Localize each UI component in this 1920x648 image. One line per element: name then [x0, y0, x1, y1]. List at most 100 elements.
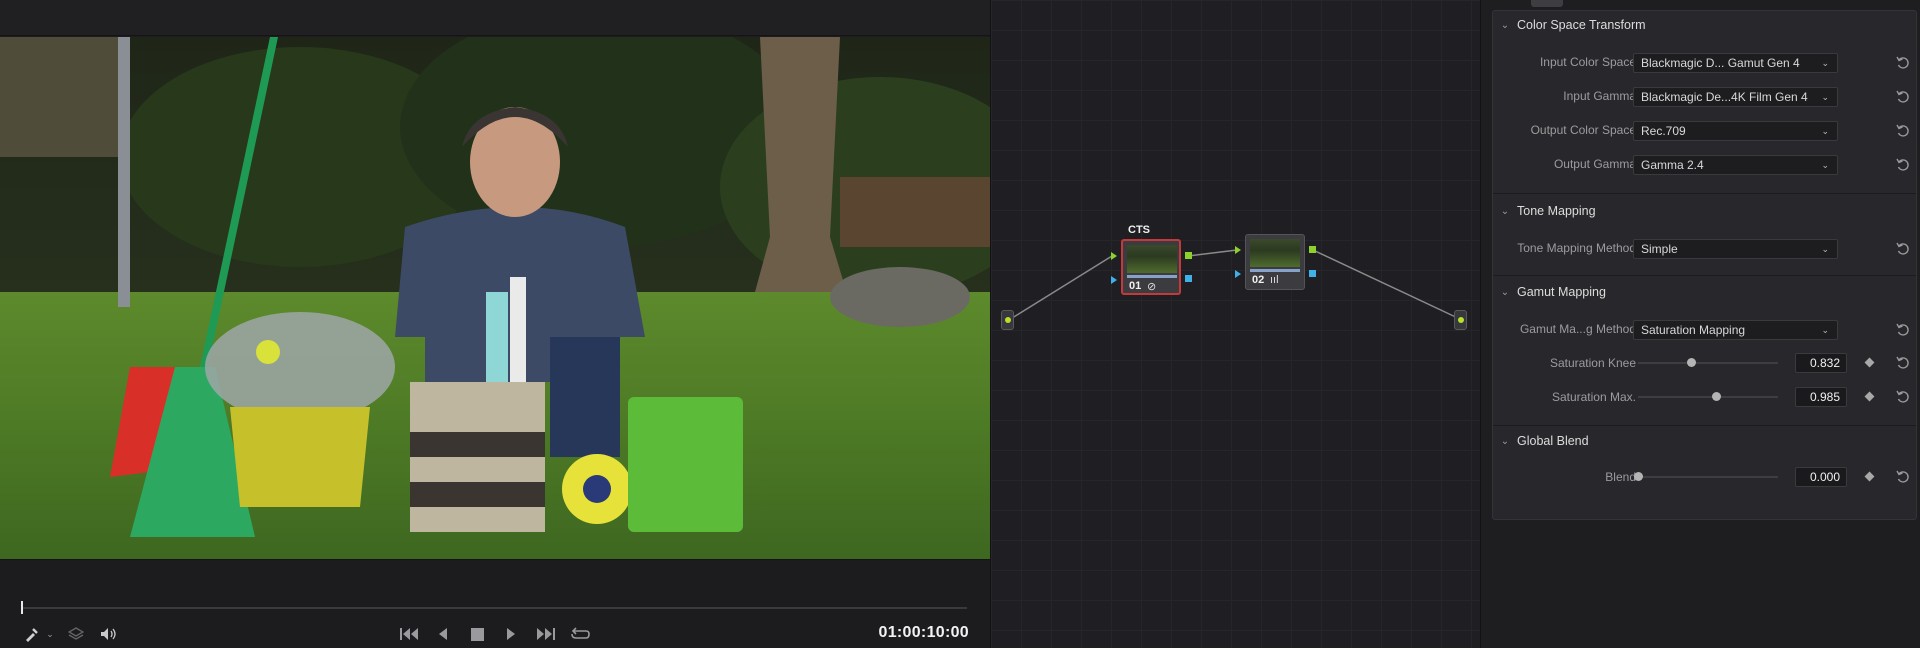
output-gamma-dropdown[interactable]: Gamma 2.4 ⌄	[1633, 155, 1838, 175]
stop-icon[interactable]	[468, 623, 486, 645]
node-02-key-input[interactable]	[1235, 270, 1241, 278]
node-01-rgb-output[interactable]	[1185, 252, 1192, 259]
input-gamma-dropdown[interactable]: Blackmagic De...4K Film Gen 4 ⌄	[1633, 87, 1838, 107]
slider-knob[interactable]	[1633, 472, 1643, 481]
jump-last-icon[interactable]	[535, 623, 557, 645]
node-connections	[1008, 249, 1463, 321]
playhead[interactable]	[21, 601, 23, 614]
chevron-down-icon[interactable]: ⌄	[1493, 20, 1517, 31]
gamut-mapping-method-dropdown[interactable]: Saturation Mapping ⌄	[1633, 320, 1838, 340]
keyframe-icon[interactable]	[1864, 391, 1875, 402]
section-tone-mapping[interactable]: ⌄ Tone Mapping	[1493, 197, 1916, 225]
viewer-panel: ⌄ 01:00:10:00	[0, 0, 990, 648]
input-gamma-label: Input Gamma	[1563, 89, 1636, 103]
node-02-rgb-input[interactable]	[1235, 246, 1241, 254]
tone-mapping-method-dropdown[interactable]: Simple ⌄	[1633, 239, 1838, 259]
saturation-knee-field[interactable]: 0.832	[1795, 353, 1847, 373]
timeline-scrubber[interactable]	[22, 607, 967, 609]
jump-first-icon[interactable]	[398, 623, 420, 645]
play-icon[interactable]	[502, 623, 520, 645]
reset-icon[interactable]	[1895, 322, 1911, 338]
saturation-knee-slider[interactable]	[1638, 358, 1778, 367]
section-title: Color Space Transform	[1517, 18, 1646, 32]
output-color-space-dropdown[interactable]: Rec.709 ⌄	[1633, 121, 1838, 141]
node-01[interactable]: 01 ⊘	[1121, 239, 1181, 295]
node-02-icon: ııl	[1270, 274, 1279, 286]
node-02-number: 02	[1252, 274, 1265, 286]
layers-icon[interactable]	[66, 623, 86, 645]
section-title: Gamut Mapping	[1517, 285, 1606, 299]
section-global-blend[interactable]: ⌄ Global Blend	[1493, 427, 1916, 455]
node-01-key-input[interactable]	[1111, 276, 1117, 284]
gamut-mapping-method-label: Gamut Ma...g Method	[1519, 322, 1636, 336]
section-gamut-mapping[interactable]: ⌄ Gamut Mapping	[1493, 278, 1916, 306]
chevron-down-icon: ⌄	[1821, 58, 1829, 68]
input-color-space-dropdown[interactable]: Blackmagic D... Gamut Gen 4 ⌄	[1633, 53, 1838, 73]
dropdown-value: Blackmagic De...4K Film Gen 4	[1641, 90, 1808, 104]
node-01-key-output[interactable]	[1185, 275, 1192, 282]
reset-icon[interactable]	[1895, 469, 1911, 485]
prev-frame-icon[interactable]	[434, 623, 452, 645]
timecode-display: 01:00:10:00	[878, 624, 969, 641]
reset-icon[interactable]	[1895, 123, 1911, 139]
video-frame-image	[0, 37, 990, 559]
keyframe-icon[interactable]	[1864, 471, 1875, 482]
loop-icon[interactable]	[569, 623, 591, 645]
input-color-space-label: Input Color Space	[1539, 55, 1636, 69]
chevron-down-icon[interactable]: ⌄	[1493, 206, 1517, 217]
output-gamma-label: Output Gamma	[1553, 157, 1636, 171]
tone-mapping-method-label: Tone Mapping Method	[1517, 241, 1636, 255]
output-node[interactable]	[1454, 310, 1467, 330]
chevron-down-icon: ⌄	[1821, 92, 1829, 102]
node-02[interactable]: 02 ııl	[1245, 234, 1305, 290]
node-02-rgb-output[interactable]	[1309, 246, 1316, 253]
node-graph-panel[interactable]: CTS 01 ⊘ 02 ııl	[990, 0, 1480, 648]
divider	[1493, 425, 1916, 426]
reset-icon[interactable]	[1895, 157, 1911, 173]
reset-icon[interactable]	[1895, 89, 1911, 105]
reset-icon[interactable]	[1895, 55, 1911, 71]
chevron-down-icon: ⌄	[1821, 244, 1829, 254]
output-dot[interactable]	[1458, 317, 1464, 323]
blend-slider[interactable]	[1633, 472, 1778, 481]
blend-field[interactable]: 0.000	[1795, 467, 1847, 487]
output-color-space-label: Output Color Space	[1530, 123, 1636, 137]
reset-icon[interactable]	[1895, 389, 1911, 405]
inspector-panel: ⌄ Color Space Transform Input Color Spac…	[1480, 0, 1920, 648]
chevron-down-icon[interactable]: ⌄	[44, 623, 56, 645]
keyframe-icon[interactable]	[1864, 357, 1875, 368]
chevron-down-icon: ⌄	[1821, 160, 1829, 170]
section-title: Tone Mapping	[1517, 204, 1596, 218]
dropdown-value: Rec.709	[1641, 124, 1686, 138]
saturation-max-field[interactable]: 0.985	[1795, 387, 1847, 407]
chevron-down-icon[interactable]: ⌄	[1493, 436, 1517, 447]
divider	[1493, 193, 1916, 194]
saturation-max-slider[interactable]	[1638, 392, 1778, 401]
reset-icon[interactable]	[1895, 241, 1911, 257]
node-02-bar	[1250, 269, 1300, 272]
chevron-down-icon[interactable]: ⌄	[1493, 287, 1517, 298]
dropdown-value: Simple	[1641, 242, 1678, 256]
slider-knob[interactable]	[1711, 392, 1721, 401]
eyedropper-icon[interactable]	[22, 623, 42, 645]
input-dot[interactable]	[1005, 317, 1011, 323]
speaker-icon[interactable]	[98, 623, 120, 645]
viewer-frame[interactable]	[0, 37, 990, 559]
viewer-controls: ⌄	[0, 620, 990, 648]
node-01-rgb-input[interactable]	[1111, 252, 1117, 260]
viewer-footer	[0, 559, 990, 596]
section-color-space-transform[interactable]: ⌄ Color Space Transform	[1493, 11, 1916, 39]
node-01-label: CTS	[1128, 224, 1150, 236]
input-node[interactable]	[1001, 310, 1014, 330]
slider-knob[interactable]	[1686, 358, 1696, 367]
reset-icon[interactable]	[1895, 355, 1911, 371]
divider	[1493, 275, 1916, 276]
saturation-knee-label: Saturation Knee	[1549, 356, 1636, 370]
dropdown-value: Blackmagic D... Gamut Gen 4	[1641, 56, 1800, 70]
node-01-number: 01	[1129, 280, 1142, 292]
section-title: Global Blend	[1517, 434, 1589, 448]
dropdown-value: Gamma 2.4	[1641, 158, 1704, 172]
node-02-key-output[interactable]	[1309, 270, 1316, 277]
chevron-down-icon: ⌄	[1821, 325, 1829, 335]
inspector-tab-handle[interactable]	[1531, 0, 1563, 7]
